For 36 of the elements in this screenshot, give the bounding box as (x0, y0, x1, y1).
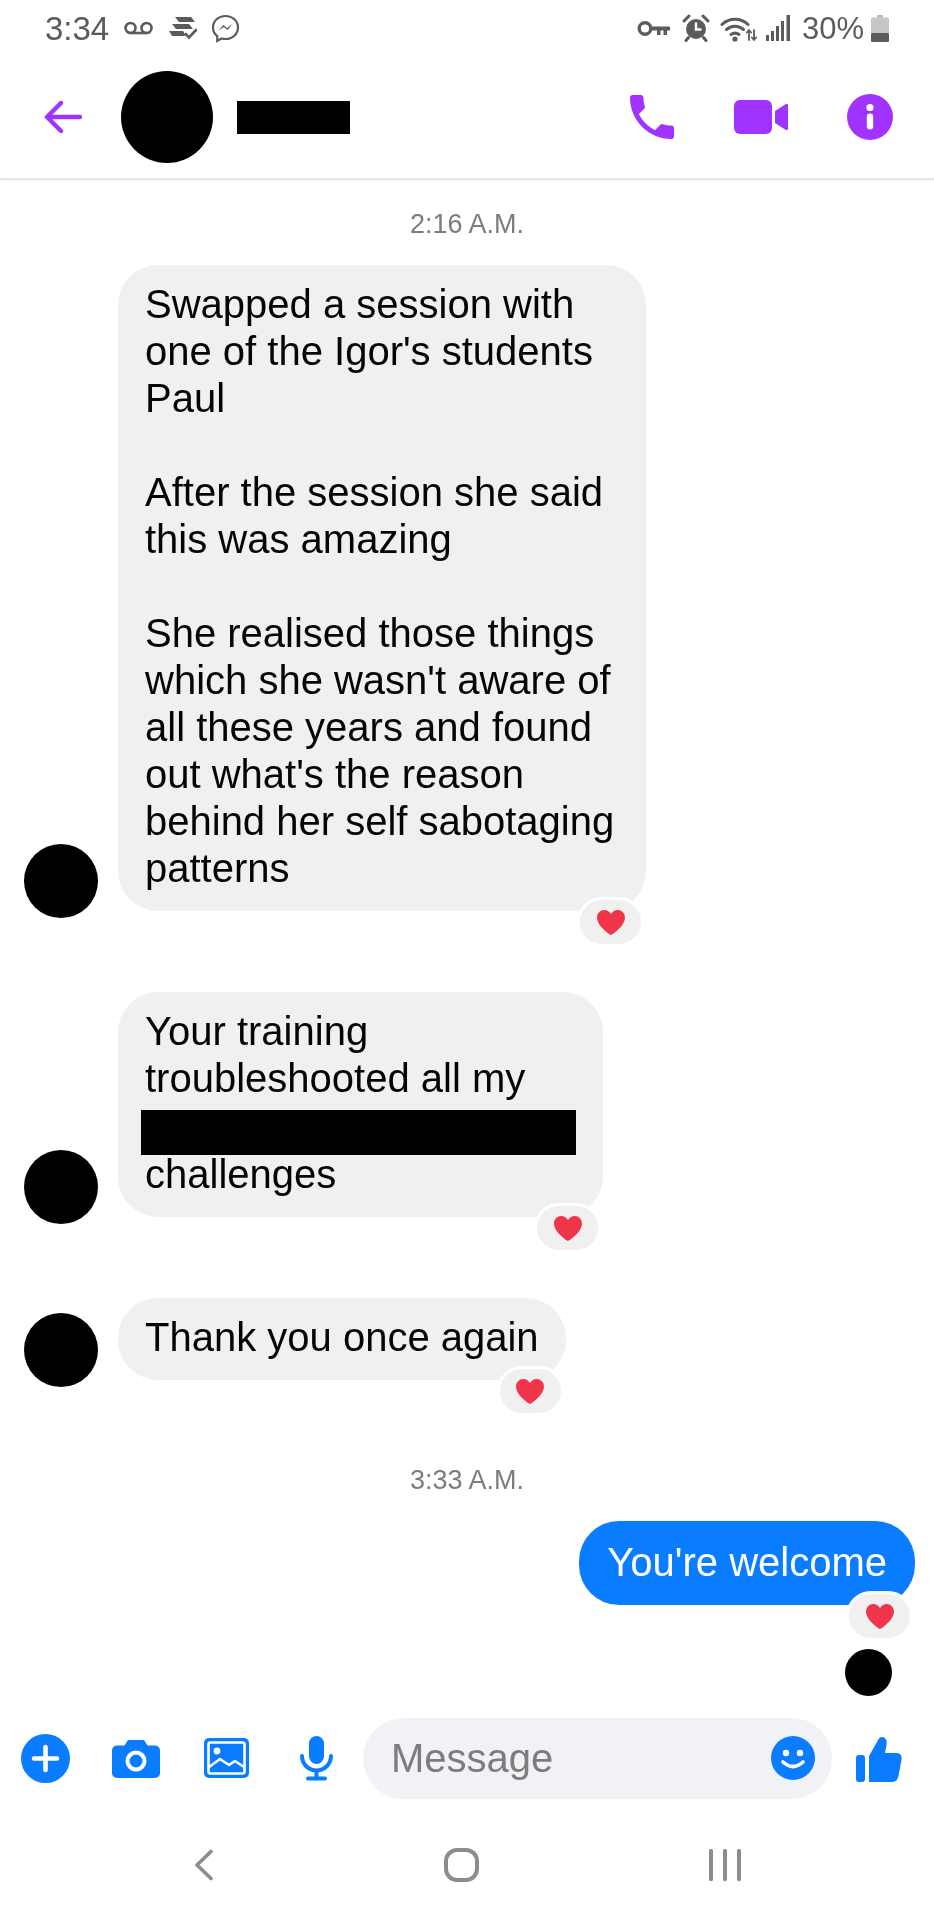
heart-icon (864, 1602, 895, 1630)
microphone-icon[interactable] (298, 1735, 335, 1781)
message-text: Your training troubleshooted all my (145, 1008, 527, 1102)
heart-icon (595, 908, 626, 936)
emoji-icon[interactable] (771, 1735, 815, 1780)
home-square-icon[interactable] (444, 1848, 479, 1882)
info-icon[interactable] (847, 94, 893, 140)
phone-icon[interactable] (630, 95, 674, 139)
voicemail-icon (124, 21, 154, 35)
key-icon (636, 19, 670, 37)
timestamp: 3:33 A.M. (409, 1465, 525, 1495)
alarm-clock-icon (681, 14, 710, 42)
stacked-check-icon (169, 16, 198, 40)
thumbs-up-icon[interactable] (856, 1734, 902, 1782)
battery-icon (871, 14, 889, 42)
message-text: After the session she said this was amazing (145, 469, 605, 563)
plus-icon[interactable] (21, 1733, 70, 1783)
video-camera-icon[interactable] (734, 100, 788, 134)
message-text: Swapped a session with one of the Igor's students Paul (145, 281, 594, 422)
battery-percent: 30% (801, 12, 864, 44)
message-text: You're welcome (607, 1539, 887, 1586)
left-arrow-icon[interactable] (43, 100, 83, 134)
message-text: She realised those things which she wasn't aware of all these years and found out what's the reason behind her self sabotaging patterns (145, 610, 616, 892)
status-time: 3:34 (45, 11, 110, 45)
back-chevron-icon[interactable] (193, 1849, 214, 1881)
heart-icon (552, 1214, 583, 1242)
message-text: Thank you once again (145, 1314, 539, 1361)
image-icon[interactable] (204, 1738, 249, 1778)
signal-icon (765, 15, 790, 41)
camera-icon[interactable] (112, 1738, 160, 1778)
recent-apps-icon[interactable] (709, 1849, 741, 1881)
chat-bubble-icon (211, 13, 241, 43)
message-text: challenges (145, 1151, 338, 1198)
message-field[interactable]: Message (363, 1717, 832, 1799)
timestamp: 2:16 A.M. (409, 209, 525, 239)
heart-icon (515, 1377, 546, 1405)
